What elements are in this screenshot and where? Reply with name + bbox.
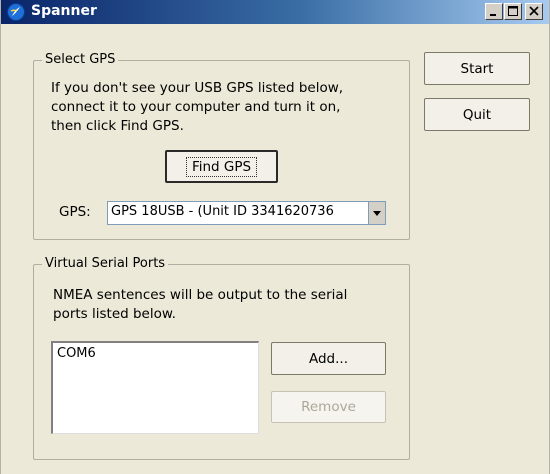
gps-dropdown-button[interactable] [368, 202, 385, 224]
quit-button-label: Quit [462, 106, 492, 123]
find-gps-button[interactable]: Find GPS [165, 150, 278, 183]
maximize-button[interactable] [504, 3, 522, 20]
gps-label: GPS: [59, 204, 91, 220]
add-port-button[interactable]: Add... [271, 342, 386, 375]
gps-select[interactable]: GPS 18USB - (Unit ID 3341620736 [107, 201, 386, 225]
quit-button[interactable]: Quit [424, 98, 530, 131]
find-gps-button-label: Find GPS [185, 156, 258, 177]
serial-ports-list[interactable]: COM6 [51, 341, 259, 434]
remove-port-button-label: Remove [301, 399, 356, 415]
gps-instruction-line-2: connect it to your computer and turn it … [51, 99, 341, 115]
list-item[interactable]: COM6 [57, 346, 96, 361]
spanner-window: Spanner Select GPS If you don't see your… [0, 0, 550, 474]
title-bar[interactable]: Spanner [1, 0, 549, 24]
gps-instruction-line-3: then click Find GPS. [51, 118, 184, 134]
close-button[interactable] [525, 3, 543, 20]
minimize-icon [490, 14, 496, 16]
gps-select-value: GPS 18USB - (Unit ID 3341620736 [111, 204, 334, 219]
chevron-down-icon [373, 211, 381, 216]
virtual-serial-ports-group-label: Virtual Serial Ports [42, 256, 169, 271]
ports-description-line-1: NMEA sentences will be output to the ser… [53, 287, 348, 303]
maximize-icon [508, 6, 518, 16]
window-title: Spanner [31, 3, 97, 19]
gps-instruction-line-1: If you don't see your USB GPS listed bel… [51, 80, 344, 96]
add-port-button-label: Add... [308, 350, 348, 367]
spanner-logo-icon [7, 3, 25, 21]
ports-description-line-2: ports listed below. [53, 306, 176, 322]
minimize-button[interactable] [485, 3, 503, 20]
remove-port-button[interactable]: Remove [271, 391, 386, 423]
close-icon [529, 6, 539, 16]
start-button[interactable]: Start [424, 52, 530, 85]
select-gps-group-label: Select GPS [42, 52, 119, 67]
start-button-label: Start [460, 60, 494, 77]
